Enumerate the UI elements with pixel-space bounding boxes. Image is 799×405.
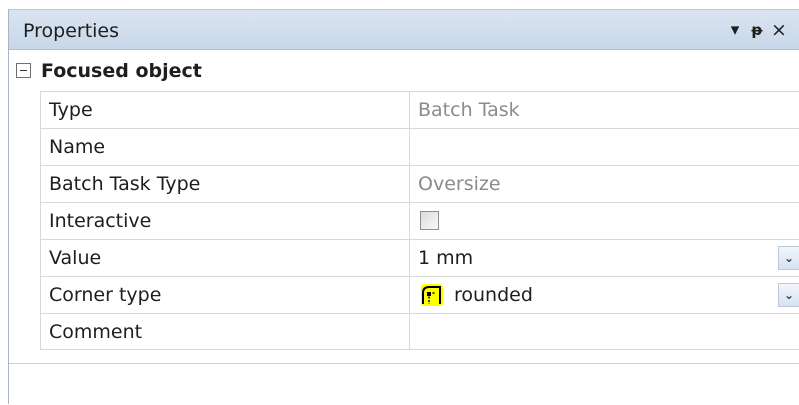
corner-type-dropdown[interactable]: rounded ⌄: [418, 277, 799, 313]
interactive-checkbox[interactable]: [420, 211, 439, 230]
close-icon[interactable]: ×: [770, 19, 788, 41]
value-dropdown[interactable]: 1 mm ⌄: [418, 240, 799, 276]
chevron-down-icon[interactable]: ⌄: [778, 246, 799, 270]
panel-title: Properties: [23, 20, 120, 42]
name-value-field[interactable]: [418, 129, 799, 165]
property-name: Comment: [40, 314, 410, 350]
value-selected-text: 1 mm: [418, 247, 474, 269]
property-row-corner-type[interactable]: Corner type rounded ⌄: [40, 276, 799, 313]
interactive-value: [418, 203, 799, 239]
property-row-name[interactable]: Name: [40, 128, 799, 165]
property-name: Type: [40, 92, 410, 128]
description-area: [9, 363, 799, 405]
collapse-toggle-icon[interactable]: [16, 63, 31, 78]
corner-type-selected-text: rounded: [454, 284, 533, 306]
category-label: Focused object: [41, 60, 202, 82]
property-row-type[interactable]: Type Batch Task: [40, 91, 799, 128]
property-value: Oversize: [418, 173, 501, 195]
property-name: Batch Task Type: [40, 166, 410, 202]
property-name: Name: [40, 129, 410, 165]
pin-icon[interactable]: ᵽ: [748, 19, 766, 41]
property-row-batch-task-type[interactable]: Batch Task Type Oversize: [40, 165, 799, 202]
property-value: Batch Task: [418, 99, 520, 121]
property-row-comment[interactable]: Comment: [40, 313, 799, 350]
rounded-corner-icon: [421, 284, 443, 306]
comment-value-field[interactable]: [418, 314, 799, 350]
property-name: Corner type: [40, 277, 410, 313]
properties-panel: Properties ▾ ᵽ × Focused object Type Bat…: [8, 9, 799, 405]
property-name: Interactive: [40, 203, 410, 239]
property-row-interactive[interactable]: Interactive: [40, 202, 799, 239]
chevron-down-icon[interactable]: ⌄: [778, 283, 799, 307]
property-name: Value: [40, 240, 410, 276]
window-menu-dropdown-icon[interactable]: ▾: [726, 19, 744, 41]
property-row-value[interactable]: Value 1 mm ⌄: [40, 239, 799, 276]
category-focused-object: Focused object: [9, 58, 799, 91]
panel-titlebar: Properties ▾ ᵽ ×: [9, 9, 799, 50]
grid-gutter: [9, 91, 40, 354]
